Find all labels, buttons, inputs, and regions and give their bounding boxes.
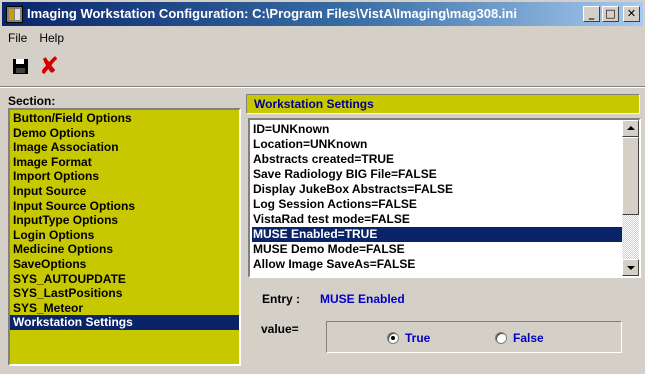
entry-label: Entry : (262, 292, 301, 306)
setting-item[interactable]: Abstracts created=TRUE (252, 152, 622, 167)
close-button[interactable]: ✕ (623, 6, 640, 22)
setting-item[interactable]: MUSE Enabled=TRUE (252, 227, 622, 242)
toolbar: ✘ (2, 50, 643, 84)
scroll-thumb[interactable] (622, 137, 639, 215)
section-label: Section: (8, 94, 56, 108)
radio-false-circle[interactable] (495, 332, 507, 344)
section-item[interactable]: Medicine Options (10, 242, 239, 257)
settings-header-title: Workstation Settings (254, 97, 374, 111)
maximize-button[interactable]: □ (602, 6, 619, 22)
setting-item[interactable]: Log Session Actions=FALSE (252, 197, 622, 212)
section-item[interactable]: Image Association (10, 140, 239, 155)
section-item[interactable]: Demo Options (10, 126, 239, 141)
menu-bar: File Help (2, 28, 70, 48)
settings-listbox[interactable]: ID=UNKnown Location=UNKnown Abstracts crea… (248, 118, 641, 278)
toolbar-divider (0, 86, 645, 88)
section-item[interactable]: SaveOptions (10, 257, 239, 272)
section-item[interactable]: Workstation Settings (10, 315, 239, 330)
section-item[interactable]: Image Format (10, 155, 239, 170)
value-label: value= (261, 322, 299, 336)
radio-true-circle[interactable] (387, 332, 399, 344)
setting-item[interactable]: MUSE Demo Mode=FALSE (252, 242, 622, 257)
minimize-button[interactable]: _ (583, 6, 600, 22)
menu-help[interactable]: Help (33, 28, 70, 48)
section-item[interactable]: InputType Options (10, 213, 239, 228)
save-button[interactable] (10, 56, 32, 78)
floppy-disk-icon (13, 59, 28, 74)
section-item[interactable]: SYS_LastPositions (10, 286, 239, 301)
scroll-down-button[interactable] (622, 259, 639, 276)
app-icon (6, 6, 23, 23)
config-window: Imaging Workstation Configuration: C:\Pr… (0, 0, 645, 374)
arrow-down-icon (627, 266, 635, 270)
radio-false[interactable]: False (495, 331, 544, 345)
setting-item[interactable]: Allow Image SaveAs=FALSE (252, 257, 622, 272)
radio-true-label: True (405, 331, 431, 345)
setting-item[interactable]: ID=UNKnown (252, 122, 622, 137)
section-item[interactable]: Input Source (10, 184, 239, 199)
settings-header: Workstation Settings (246, 94, 640, 114)
setting-item[interactable]: Display JukeBox Abstracts=FALSE (252, 182, 622, 197)
entry-value: MUSE Enabled (320, 292, 405, 306)
title-bar[interactable]: Imaging Workstation Configuration: C:\Pr… (2, 2, 643, 26)
value-radio-group: True False (326, 321, 622, 353)
section-list[interactable]: Button/Field Options Demo Options Image As… (8, 108, 241, 366)
section-item[interactable]: Import Options (10, 169, 239, 184)
red-x-icon: ✘ (39, 52, 60, 80)
window-title: Imaging Workstation Configuration: C:\Pr… (27, 6, 517, 21)
menu-file[interactable]: File (2, 28, 33, 48)
settings-scrollbar[interactable] (622, 120, 639, 276)
setting-item[interactable]: VistaRad test mode=FALSE (252, 212, 622, 227)
setting-item[interactable]: Save Radiology BIG File=FALSE (252, 167, 622, 182)
section-item[interactable]: Button/Field Options (10, 111, 239, 126)
settings-list: ID=UNKnown Location=UNKnown Abstracts crea… (252, 122, 622, 272)
section-item[interactable]: Login Options (10, 228, 239, 243)
section-item[interactable]: SYS_Meteor (10, 301, 239, 316)
radio-false-label: False (513, 331, 544, 345)
scroll-up-button[interactable] (622, 120, 639, 137)
radio-true[interactable]: True (387, 331, 430, 345)
section-item[interactable]: Input Source Options (10, 199, 239, 214)
cancel-button[interactable]: ✘ (38, 52, 60, 80)
panel-splitter[interactable] (243, 92, 246, 368)
arrow-up-icon (627, 126, 635, 130)
section-item[interactable]: SYS_AUTOUPDATE (10, 272, 239, 287)
setting-item[interactable]: Location=UNKnown (252, 137, 622, 152)
